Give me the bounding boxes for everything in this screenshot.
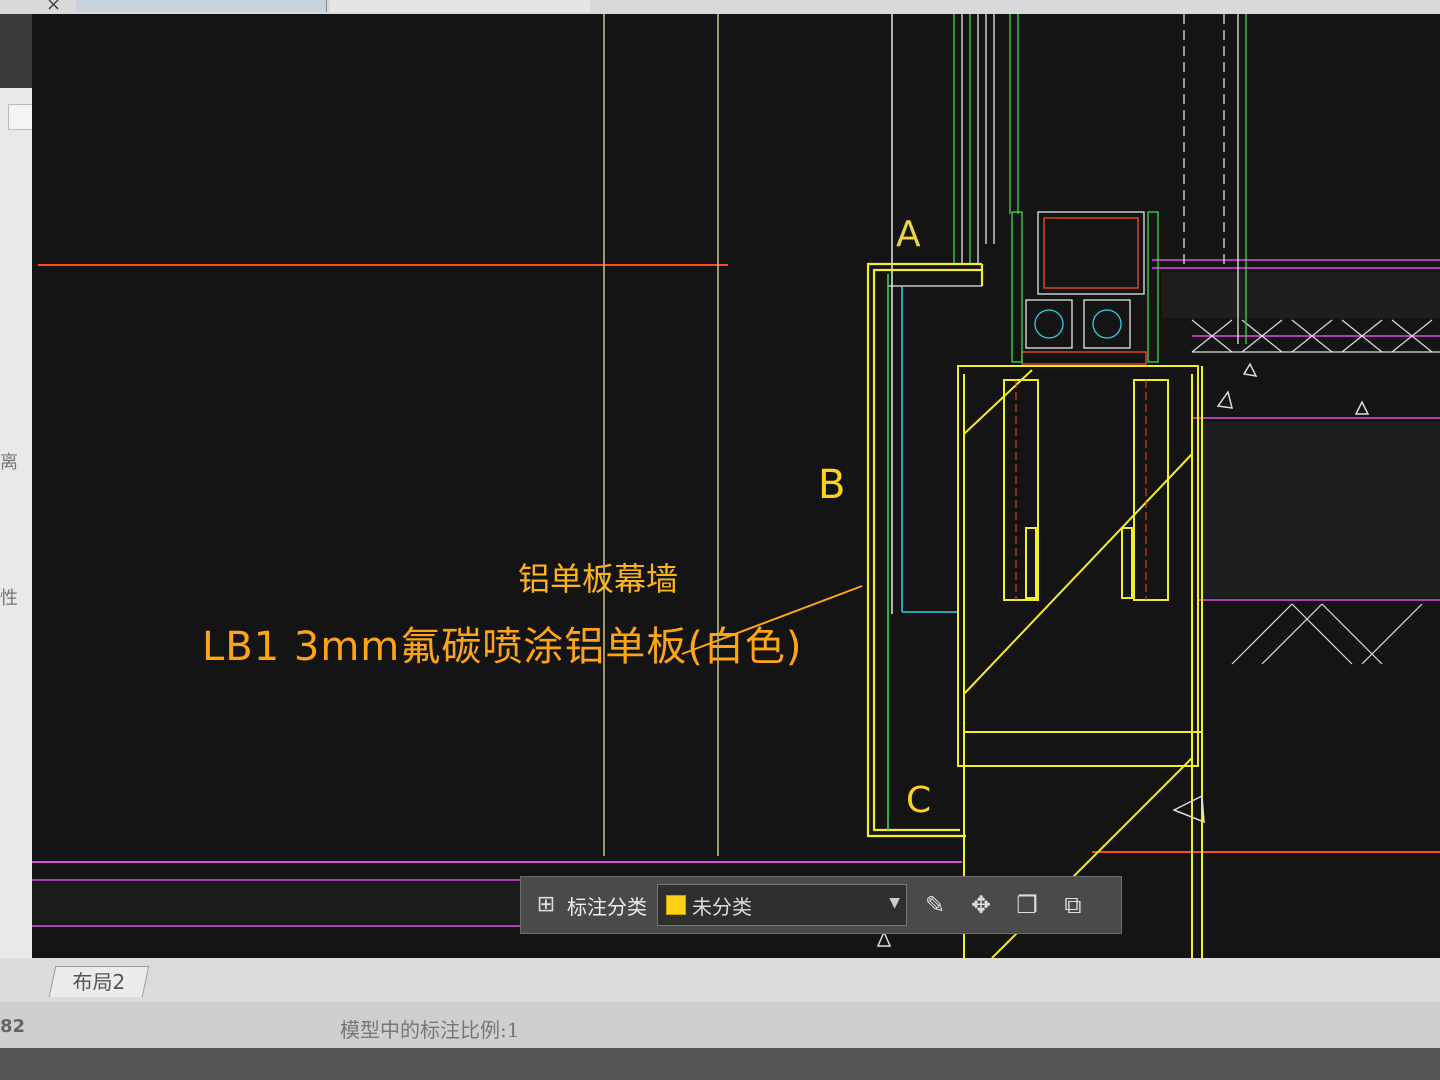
panel-toggle-icon[interactable] xyxy=(8,104,34,130)
tab-other-drawing[interactable] xyxy=(330,0,590,12)
concrete-hatch xyxy=(1162,272,1440,318)
chevron-down-icon[interactable]: ▼ xyxy=(889,895,900,911)
annotation-toolbar: ⊞ 标注分类 未分类 ▼ ✎ ✥ ❐ ⧉ xyxy=(520,876,1122,934)
window-tab-strip: × xyxy=(0,0,1440,15)
status-bar: 82 模型中的标注比例:1 xyxy=(0,1002,1440,1048)
panel-fragment-text: 性 xyxy=(0,588,18,609)
panel-fragment-text: 离 xyxy=(0,452,18,473)
annotation-scale-text: 模型中的标注比例:1 xyxy=(340,1018,520,1042)
steel-support-frame xyxy=(957,365,1203,958)
category-color-swatch xyxy=(666,895,686,915)
close-icon[interactable]: × xyxy=(46,0,61,15)
tab-active-drawing[interactable] xyxy=(76,0,327,12)
section-label-c: C xyxy=(906,780,932,821)
coordinate-readout: 82 xyxy=(0,1016,26,1037)
annotation-category-label: 标注分类 xyxy=(567,894,647,919)
annotation-title[interactable]: 铝单板幕墙 xyxy=(518,554,678,600)
section-label-b: B xyxy=(818,462,846,508)
paste-icon[interactable]: ⧉ xyxy=(1055,887,1091,923)
tab-layout-2-label: 布局2 xyxy=(72,970,126,994)
layout-tab-bar: 布局2 xyxy=(0,958,1440,1002)
edit-icon[interactable]: ✎ xyxy=(917,887,953,923)
move-icon[interactable]: ✥ xyxy=(963,887,999,923)
drawing-canvas[interactable]: A B C 铝单板幕墙 LB1 3mm氟碳喷涂铝单板(白色) xyxy=(32,14,1440,958)
concrete-hatch xyxy=(1198,422,1440,598)
cad-drawing xyxy=(32,14,1440,958)
annotation-category-icon[interactable]: ⊞ xyxy=(533,892,559,918)
annotation-material-note[interactable]: LB1 3mm氟碳喷涂铝单板(白色) xyxy=(202,614,802,672)
monitor-bezel xyxy=(0,1048,1440,1080)
category-selected-value: 未分类 xyxy=(692,894,752,919)
copy-icon[interactable]: ❐ xyxy=(1009,887,1045,923)
annotation-category-select[interactable]: 未分类 ▼ xyxy=(657,884,907,926)
section-label-a: A xyxy=(896,214,921,255)
tab-layout-2[interactable]: 布局2 xyxy=(48,966,150,997)
